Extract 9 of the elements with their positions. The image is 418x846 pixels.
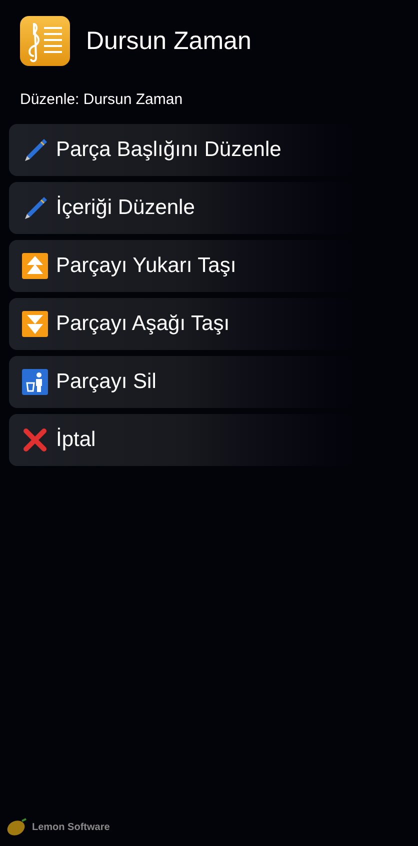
app-title: Dursun Zaman [86,28,252,54]
brand-text: Lemon Software [32,820,110,834]
litter-bin-icon [22,368,48,394]
lemon-icon [6,818,28,836]
app-icon [20,16,70,66]
pencil-icon [22,136,48,162]
cross-mark-icon [22,426,48,452]
dialog-subtitle: Düzenle: Dursun Zaman [20,90,183,110]
pencil-icon [22,194,48,220]
